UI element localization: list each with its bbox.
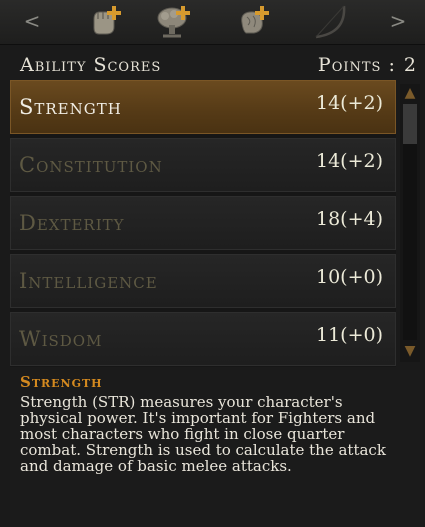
description-line: most characters who fight in close quart… [20, 425, 345, 443]
ability-list-scrollbar[interactable]: ▲ ▼ [400, 84, 420, 362]
ability-name: Strength [19, 95, 122, 119]
ability-score: 18(+4) [315, 208, 383, 230]
prev-arrow-icon[interactable]: < [20, 9, 44, 33]
scroll-track[interactable] [403, 104, 417, 340]
ability-row-dexterity[interactable]: Dexterity 18(+4) [10, 196, 396, 250]
description-title: Strength [20, 373, 103, 391]
ability-row-strength[interactable]: Strength 14(+2) [10, 80, 396, 134]
ability-scores-header: Ability Scores Points : 2 [0, 50, 425, 80]
ability-name: Wisdom [19, 327, 103, 351]
description-body: Strength (STR) measures your character's… [20, 394, 415, 474]
points-value: 2 [403, 54, 417, 76]
description-line: Strength (STR) measures your character's [20, 393, 343, 411]
ability-score: 14(+2) [315, 92, 383, 114]
ability-name: Intelligence [19, 269, 158, 293]
ability-score: 10(+0) [315, 266, 383, 288]
brain-plus-icon[interactable] [234, 3, 274, 41]
fist-plus-icon[interactable] [86, 3, 126, 41]
description-line: combat. Strength is used to calculate th… [20, 441, 386, 459]
description-line: and damage of basic melee attacks. [20, 457, 292, 475]
description-line: physical power. It's important for Fight… [20, 409, 376, 427]
ability-scores-title: Ability Scores [20, 54, 162, 76]
ability-name: Dexterity [19, 211, 125, 235]
ability-row-intelligence[interactable]: Intelligence 10(+0) [10, 254, 396, 308]
ability-description-panel: Strength Strength (STR) measures your ch… [10, 370, 423, 527]
ability-score: 14(+2) [315, 150, 383, 172]
ability-name: Constitution [19, 153, 163, 177]
next-arrow-icon[interactable]: > [386, 9, 410, 33]
bow-icon[interactable] [310, 3, 350, 41]
ability-row-constitution[interactable]: Constitution 14(+2) [10, 138, 396, 192]
points-counter: Points : 2 [318, 54, 417, 76]
ability-row-wisdom[interactable]: Wisdom 11(+0) [10, 312, 396, 366]
tree-plus-icon[interactable] [154, 3, 194, 41]
ability-score: 11(+0) [315, 324, 383, 346]
scroll-down-icon[interactable]: ▼ [400, 342, 420, 360]
ability-list: Strength 14(+2) Constitution 14(+2) Dext… [10, 80, 396, 367]
scroll-up-icon[interactable]: ▲ [400, 84, 420, 102]
scroll-thumb[interactable] [403, 104, 417, 144]
tab-bar: < > [0, 0, 425, 45]
points-label: Points : [317, 54, 396, 76]
